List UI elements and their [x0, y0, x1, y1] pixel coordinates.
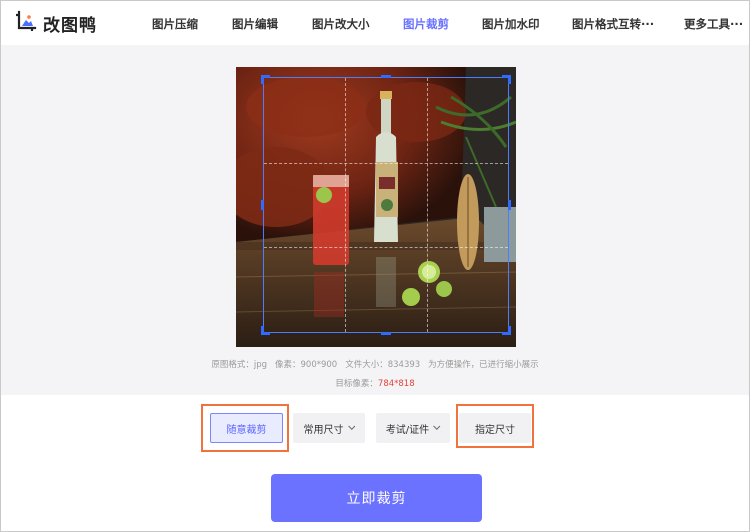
grid-line-v1: [345, 78, 347, 332]
target-info: 目标像素：784*818: [0, 377, 750, 389]
logo-icon: [15, 10, 37, 36]
target-label: 目标像素：: [335, 379, 378, 389]
nav-item-edit[interactable]: 图片编辑: [232, 16, 278, 32]
nav-item-crop[interactable]: 图片裁剪: [403, 16, 449, 32]
format-label: 原图格式：: [211, 360, 254, 370]
logo-text: 改图鸭: [43, 15, 97, 36]
free-crop-label: 随意裁剪: [226, 424, 267, 436]
common-size-label: 常用尺寸: [303, 424, 344, 436]
target-value: 784*818: [377, 379, 415, 389]
nav-item-compress[interactable]: 图片压缩: [152, 16, 198, 32]
free-crop-button[interactable]: 随意裁剪: [210, 413, 283, 443]
nav-item-watermark[interactable]: 图片加水印: [482, 16, 540, 32]
crop-handle-bottom-right[interactable]: [502, 326, 511, 335]
top-header: 改图鸭 图片压缩 图片编辑 图片改大小 图片裁剪 图片加水印 图片格式互转···…: [1, 1, 749, 45]
cert-size-dropdown[interactable]: 考试/证件: [376, 413, 450, 443]
crop-handle-left[interactable]: [261, 200, 264, 210]
grid-line-v2: [426, 78, 428, 332]
custom-size-label: 指定尺寸: [475, 424, 515, 436]
crop-selection[interactable]: [261, 75, 511, 335]
common-size-dropdown[interactable]: 常用尺寸: [293, 413, 365, 443]
crop-handle-bottom[interactable]: [381, 332, 391, 335]
crop-now-button[interactable]: 立即裁剪: [271, 474, 482, 522]
chevron-down-icon: [433, 422, 441, 430]
crop-handle-top-left[interactable]: [261, 75, 270, 84]
pixel-label: 像素：: [274, 360, 301, 370]
crop-handle-top[interactable]: [381, 75, 391, 78]
scaled-note: 为方便操作，已进行缩小展示: [428, 360, 539, 370]
image-info: 原图格式：jpg 像素：900*900 文件大小：834393 为方便操作，已进行缩小…: [0, 358, 750, 370]
crop-handle-right[interactable]: [508, 200, 511, 210]
chevron-down-icon: [347, 422, 355, 430]
crop-now-label: 立即裁剪: [346, 491, 407, 507]
format-value: jpg: [253, 360, 267, 370]
grid-line-h1: [264, 162, 508, 164]
logo[interactable]: 改图鸭: [15, 10, 97, 36]
cert-size-label: 考试/证件: [385, 424, 430, 436]
grid-line-h2: [264, 247, 508, 249]
size-value: 834393: [387, 360, 421, 370]
custom-size-button[interactable]: 指定尺寸: [459, 413, 531, 443]
nav-item-resize[interactable]: 图片改大小: [312, 16, 370, 32]
nav-item-more-tools[interactable]: 更多工具···: [684, 16, 743, 32]
nav-item-convert[interactable]: 图片格式互转···: [572, 16, 654, 32]
pixel-value: 900*900: [300, 360, 338, 370]
crop-handle-top-right[interactable]: [502, 75, 511, 84]
crop-handle-bottom-left[interactable]: [261, 326, 270, 335]
size-label: 文件大小：: [345, 360, 388, 370]
